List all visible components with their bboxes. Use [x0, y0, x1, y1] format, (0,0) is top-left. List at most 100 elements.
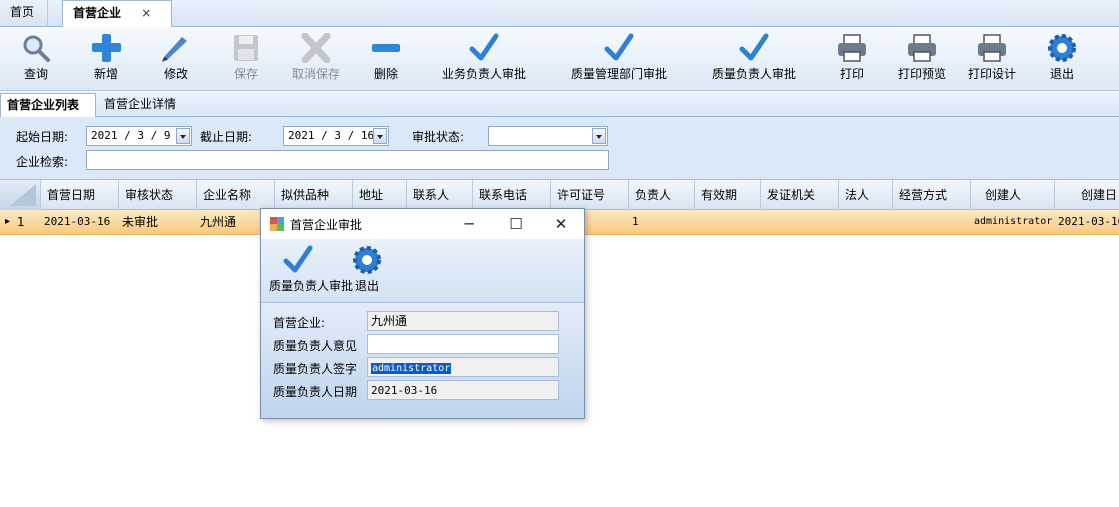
add-button[interactable]: 新增 [84, 27, 128, 91]
col-header-manager[interactable]: 负责人 [629, 180, 695, 210]
edit-button[interactable]: 修改 [154, 27, 198, 91]
checkmark-icon [739, 33, 769, 61]
approval-status-select[interactable] [488, 126, 608, 146]
minimize-icon[interactable]: ─ [458, 213, 480, 235]
opinion-input[interactable] [367, 334, 559, 354]
qa-head-approve-label: 质量负责人审批 [711, 67, 796, 81]
exit-button[interactable]: 退出 [1040, 27, 1084, 91]
save-button[interactable]: 保存 [224, 27, 268, 91]
qa-head-approve-button[interactable]: 质量负责人审批 [704, 27, 804, 91]
printer-icon [978, 34, 1006, 62]
query-button[interactable]: 查询 [14, 27, 58, 91]
enterprise-search-input[interactable] [86, 150, 609, 170]
col-header-created[interactable]: 创建日 [1055, 180, 1119, 210]
sub-tab-strip: 首营企业列表 首营企业详情 [0, 91, 1119, 118]
edit-label: 修改 [163, 67, 188, 81]
checkmark-icon [469, 33, 499, 61]
col-header-address[interactable]: 地址 [353, 180, 407, 210]
start-date-picker[interactable]: 2021 / 3 / 9 [86, 126, 192, 146]
col-header-status[interactable]: 审核状态 [119, 180, 197, 210]
filter-panel: 起始日期: 2021 / 3 / 9 截止日期: 2021 / 3 / 16 审… [0, 117, 1119, 179]
chevron-down-icon[interactable] [373, 128, 387, 144]
cell-created[interactable]: 2021-03-16 [1055, 210, 1119, 234]
checkmark-icon [604, 33, 634, 61]
col-header-authority[interactable]: 发证机关 [761, 180, 839, 210]
tab-close-icon[interactable]: × [141, 6, 151, 20]
col-header-validity[interactable]: 有效期 [695, 180, 761, 210]
qa-dept-approve-label: 质量管理部门审批 [570, 67, 667, 81]
save-label: 保存 [233, 67, 258, 81]
dialog-form: 首营企业: 九州通 质量负责人意见 质量负责人签字 administrator … [261, 303, 584, 418]
dialog-exit-button[interactable]: 退出 [345, 239, 389, 302]
print-button[interactable]: 打印 [830, 27, 874, 91]
gear-icon [1048, 34, 1076, 62]
checkmark-icon [283, 245, 313, 273]
qa-dept-approve-button[interactable]: 质量管理部门审批 [564, 27, 674, 91]
row-current-marker-icon: ▸ [5, 216, 11, 227]
start-date-value: 2021 / 3 / 9 [91, 129, 171, 142]
signature-field[interactable]: administrator [367, 357, 559, 377]
print-preview-label: 打印预览 [897, 67, 946, 81]
tab-enterprise-detail-label: 首营企业详情 [104, 97, 177, 111]
biz-approve-label: 业务负责人审批 [441, 67, 526, 81]
col-header-name[interactable]: 企业名称 [197, 180, 275, 210]
grid-select-all-corner[interactable] [0, 180, 41, 210]
col-header-license[interactable]: 许可证号 [551, 180, 629, 210]
tab-first-enterprise-label: 首营企业 [73, 6, 122, 20]
plus-icon [92, 34, 121, 62]
approval-dialog: 首营企业审批 ─ ☐ ✕ 质量负责人审批 退出 首营企业: 九州通 质量负责人意… [260, 208, 585, 419]
end-date-label: 截止日期: [200, 130, 253, 144]
col-header-legal[interactable]: 法人 [839, 180, 893, 210]
top-tab-strip: 首页 首营企业 × [0, 0, 1119, 28]
col-header-creator[interactable]: 创建人 [971, 180, 1055, 210]
col-header-phone[interactable]: 联系电话 [473, 180, 551, 210]
end-date-picker[interactable]: 2021 / 3 / 16 [283, 126, 389, 146]
tab-first-enterprise[interactable]: 首营企业 × [62, 0, 172, 28]
start-date-label: 起始日期: [16, 130, 69, 144]
add-label: 新增 [93, 67, 118, 81]
close-icon[interactable]: ✕ [550, 213, 572, 235]
cell-status[interactable]: 未审批 [119, 210, 197, 234]
cell-date[interactable]: 2021-03-16 [41, 210, 119, 234]
tab-home-label: 首页 [10, 5, 35, 19]
cell-name[interactable]: 九州通 [197, 210, 260, 234]
floppy-icon [234, 35, 258, 61]
dialog-exit-label: 退出 [354, 279, 379, 293]
date-field: 2021-03-16 [367, 380, 559, 400]
maximize-icon[interactable]: ☐ [505, 213, 527, 235]
cell-manager[interactable]: 1 [629, 210, 695, 234]
print-preview-button[interactable]: 打印预览 [892, 27, 952, 91]
printer-icon [838, 34, 866, 62]
delete-label: 删除 [373, 67, 398, 81]
approval-status-label: 审批状态: [412, 130, 465, 144]
dialog-toolbar: 质量负责人审批 退出 [261, 239, 584, 303]
cell-creator[interactable]: administrator [971, 210, 1055, 234]
dialog-title: 首营企业审批 [290, 218, 363, 232]
biz-approve-button[interactable]: 业务负责人审批 [436, 27, 532, 91]
date-value: 2021-03-16 [371, 384, 438, 397]
dialog-approve-label: 质量负责人审批 [269, 279, 354, 293]
minus-icon [372, 44, 400, 52]
cancel-save-button[interactable]: 取消保存 [286, 27, 346, 91]
end-date-value: 2021 / 3 / 16 [288, 129, 375, 142]
col-header-supply[interactable]: 拟供品种 [275, 180, 353, 210]
col-header-contact[interactable]: 联系人 [407, 180, 473, 210]
print-design-button[interactable]: 打印设计 [962, 27, 1022, 91]
exit-label: 退出 [1049, 67, 1074, 81]
company-field: 九州通 [367, 311, 559, 331]
chevron-down-icon[interactable] [592, 128, 606, 144]
delete-button[interactable]: 删除 [364, 27, 408, 91]
tab-home[interactable]: 首页 [0, 0, 48, 27]
tab-enterprise-detail[interactable]: 首营企业详情 [98, 93, 188, 117]
app-window-icon [270, 217, 284, 231]
pencil-icon [162, 37, 187, 62]
dialog-title-bar[interactable]: 首营企业审批 ─ ☐ ✕ [261, 209, 584, 239]
main-toolbar: 查询 新增 修改 保存 取消保存 删除 业务负责人审批 质量管理部门审批 质量负… [0, 27, 1119, 91]
col-header-mode[interactable]: 经营方式 [893, 180, 971, 210]
date-label: 质量负责人日期 [273, 385, 358, 399]
tab-enterprise-list[interactable]: 首营企业列表 [0, 93, 96, 118]
col-header-date[interactable]: 首营日期 [41, 180, 119, 210]
gear-icon [353, 246, 381, 274]
dialog-approve-button[interactable]: 质量负责人审批 [269, 239, 354, 302]
chevron-down-icon[interactable] [176, 128, 190, 144]
